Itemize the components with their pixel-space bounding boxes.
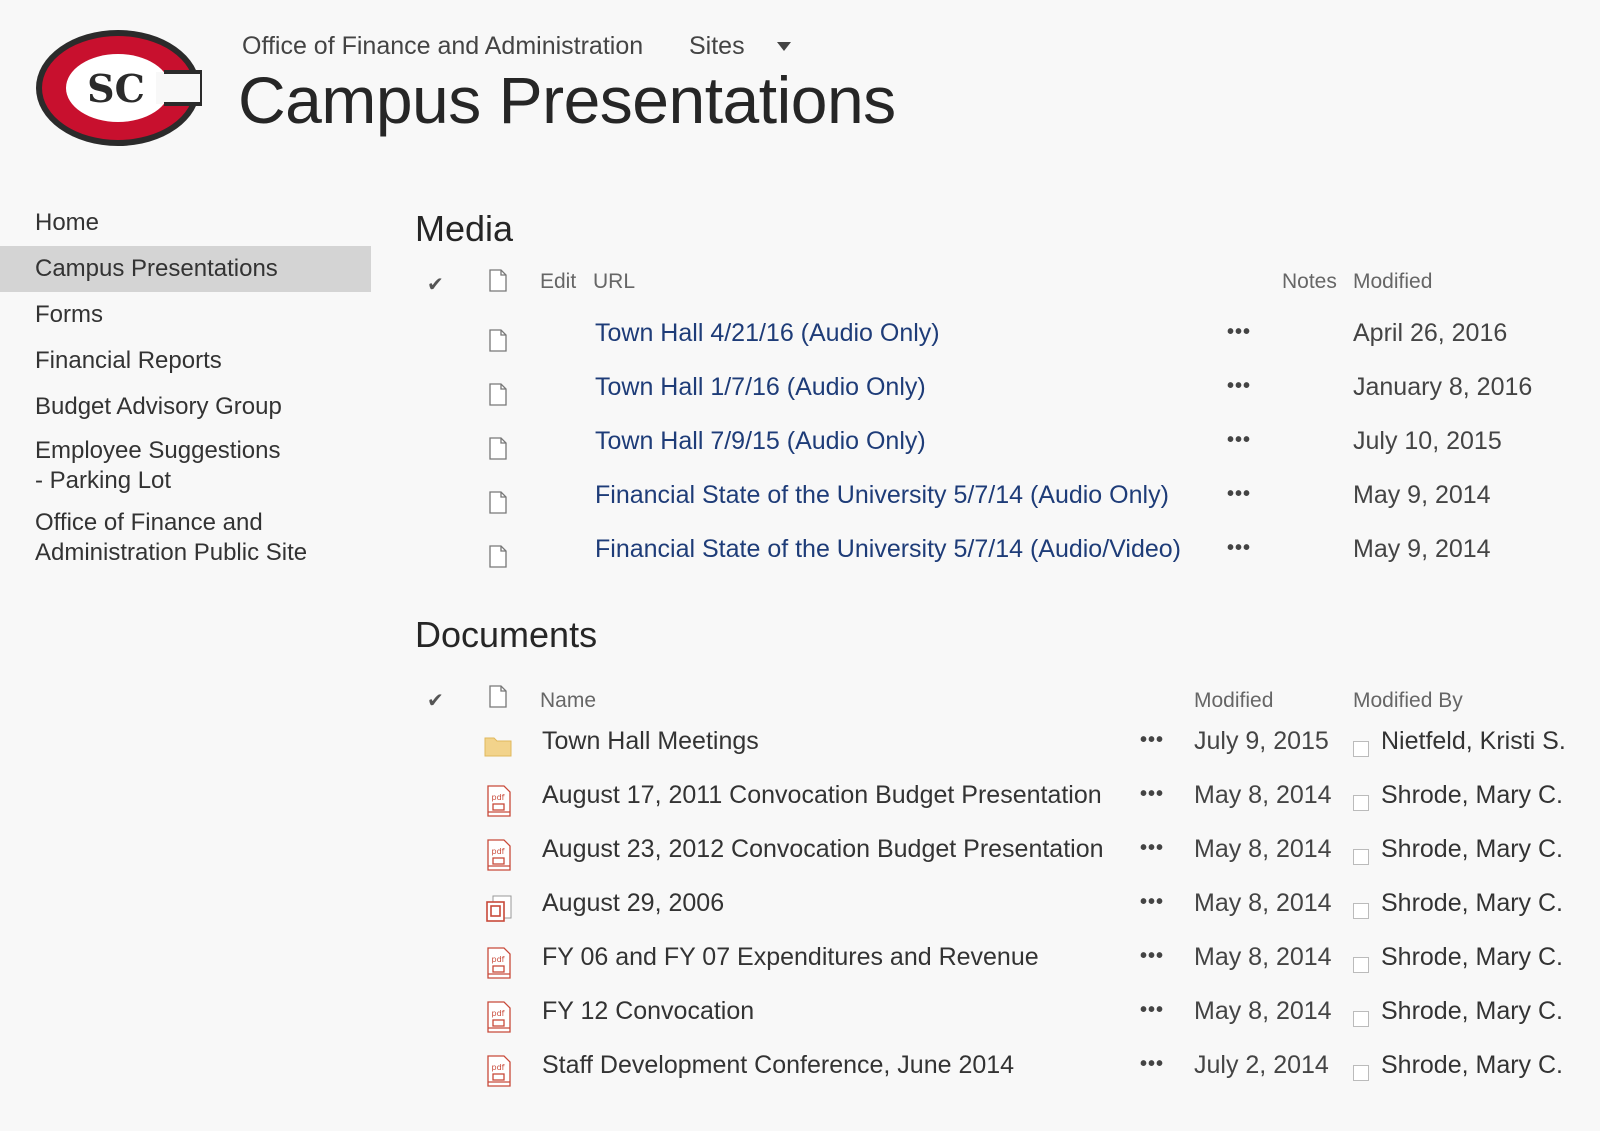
- modified-date: April 26, 2016: [1353, 319, 1508, 347]
- pdf-icon[interactable]: pdf: [484, 839, 514, 871]
- more-options-icon[interactable]: •••: [1140, 837, 1164, 860]
- page-title[interactable]: Campus Presentations: [238, 62, 896, 138]
- document-name-link[interactable]: Staff Development Conference, June 2014: [542, 1051, 1014, 1080]
- select-all-checkmark-icon[interactable]: ✔: [427, 688, 444, 713]
- modified-by-user[interactable]: Shrode, Mary C.: [1381, 1051, 1563, 1080]
- modified-date: July 9, 2015: [1194, 727, 1329, 755]
- modified-date: January 8, 2016: [1353, 373, 1533, 401]
- logo-lettering: SC: [87, 66, 145, 111]
- document-type-icon[interactable]: [489, 269, 507, 292]
- svg-text:pdf: pdf: [492, 955, 505, 964]
- more-options-icon[interactable]: •••: [1227, 537, 1251, 560]
- modified-date: May 9, 2014: [1353, 535, 1491, 563]
- document-icon[interactable]: [489, 437, 507, 460]
- modified-by-user[interactable]: Shrode, Mary C.: [1381, 781, 1563, 810]
- more-options-icon[interactable]: •••: [1227, 375, 1251, 398]
- university-logo[interactable]: SC: [34, 28, 202, 148]
- modified-date: May 8, 2014: [1194, 889, 1332, 917]
- modified-date: May 8, 2014: [1194, 943, 1332, 971]
- chevron-down-icon[interactable]: [777, 42, 791, 51]
- media-section-title[interactable]: Media: [415, 208, 513, 250]
- document-icon[interactable]: [489, 545, 507, 568]
- sidebar-item-employee-suggestions[interactable]: Employee Suggestions - Parking Lot: [0, 430, 330, 502]
- top-nav: Office of Finance and Administration Sit…: [242, 32, 791, 61]
- presence-indicator-icon[interactable]: [1353, 741, 1369, 757]
- more-options-icon[interactable]: •••: [1140, 945, 1164, 968]
- more-options-icon[interactable]: •••: [1140, 999, 1164, 1022]
- column-header-modified[interactable]: Modified: [1194, 689, 1273, 713]
- media-url-link[interactable]: Town Hall 1/7/16 (Audio Only): [595, 373, 926, 402]
- presence-indicator-icon[interactable]: [1353, 957, 1369, 973]
- powerpoint-icon[interactable]: [484, 893, 514, 925]
- column-header-modified-by[interactable]: Modified By: [1353, 689, 1463, 713]
- document-icon[interactable]: [489, 383, 507, 406]
- modified-date: May 8, 2014: [1194, 997, 1332, 1025]
- document-name-link[interactable]: August 23, 2012 Convocation Budget Prese…: [542, 835, 1104, 864]
- folder-icon[interactable]: [484, 735, 512, 757]
- more-options-icon[interactable]: •••: [1140, 729, 1164, 752]
- modified-by-user[interactable]: Shrode, Mary C.: [1381, 889, 1563, 918]
- quick-launch-nav: Home Campus Presentations Forms Financia…: [0, 200, 371, 574]
- more-options-icon[interactable]: •••: [1140, 1053, 1164, 1076]
- svg-text:pdf: pdf: [492, 1009, 505, 1018]
- more-options-icon[interactable]: •••: [1140, 783, 1164, 806]
- media-url-link[interactable]: Financial State of the University 5/7/14…: [595, 481, 1169, 510]
- modified-date: May 8, 2014: [1194, 835, 1332, 863]
- parent-site-link[interactable]: Office of Finance and Administration: [242, 32, 643, 60]
- pdf-icon[interactable]: pdf: [484, 1001, 514, 1033]
- presence-indicator-icon[interactable]: [1353, 1065, 1369, 1081]
- sidebar-item-budget-advisory-group[interactable]: Budget Advisory Group: [0, 384, 371, 430]
- document-name-link[interactable]: FY 06 and FY 07 Expenditures and Revenue: [542, 943, 1039, 972]
- more-options-icon[interactable]: •••: [1227, 321, 1251, 344]
- column-header-url[interactable]: URL: [593, 270, 635, 294]
- media-url-link[interactable]: Town Hall 7/9/15 (Audio Only): [595, 427, 926, 456]
- modified-date: May 9, 2014: [1353, 481, 1491, 509]
- sidebar-item-public-site[interactable]: Office of Finance and Administration Pub…: [0, 502, 360, 574]
- modified-by-user[interactable]: Shrode, Mary C.: [1381, 943, 1563, 972]
- column-header-edit[interactable]: Edit: [540, 270, 576, 294]
- document-name-link[interactable]: Town Hall Meetings: [542, 727, 759, 756]
- document-type-icon[interactable]: [489, 685, 507, 708]
- svg-text:pdf: pdf: [492, 793, 505, 802]
- modified-by-user[interactable]: Shrode, Mary C.: [1381, 835, 1563, 864]
- document-icon[interactable]: [489, 491, 507, 514]
- modified-date: May 8, 2014: [1194, 781, 1332, 809]
- column-header-name[interactable]: Name: [540, 689, 596, 713]
- media-url-link[interactable]: Financial State of the University 5/7/14…: [595, 535, 1181, 564]
- sidebar-item-campus-presentations[interactable]: Campus Presentations: [0, 246, 371, 292]
- presence-indicator-icon[interactable]: [1353, 795, 1369, 811]
- select-all-checkmark-icon[interactable]: ✔: [427, 272, 444, 297]
- sidebar-item-forms[interactable]: Forms: [0, 292, 371, 338]
- more-options-icon[interactable]: •••: [1140, 891, 1164, 914]
- media-url-link[interactable]: Town Hall 4/21/16 (Audio Only): [595, 319, 940, 348]
- column-header-modified[interactable]: Modified: [1353, 270, 1432, 294]
- document-name-link[interactable]: August 29, 2006: [542, 889, 724, 918]
- documents-section-title[interactable]: Documents: [415, 614, 597, 656]
- sidebar-item-home[interactable]: Home: [0, 200, 371, 246]
- svg-text:pdf: pdf: [492, 847, 505, 856]
- presence-indicator-icon[interactable]: [1353, 1011, 1369, 1027]
- document-name-link[interactable]: FY 12 Convocation: [542, 997, 754, 1026]
- pdf-icon[interactable]: pdf: [484, 785, 514, 817]
- document-name-link[interactable]: August 17, 2011 Convocation Budget Prese…: [542, 781, 1102, 810]
- presence-indicator-icon[interactable]: [1353, 903, 1369, 919]
- svg-text:pdf: pdf: [492, 1063, 505, 1072]
- pdf-icon[interactable]: pdf: [484, 947, 514, 979]
- sites-menu[interactable]: Sites: [689, 32, 745, 61]
- presence-indicator-icon[interactable]: [1353, 849, 1369, 865]
- sidebar-item-financial-reports[interactable]: Financial Reports: [0, 338, 371, 384]
- pdf-icon[interactable]: pdf: [484, 1055, 514, 1087]
- column-header-notes[interactable]: Notes: [1282, 270, 1337, 294]
- modified-date: July 10, 2015: [1353, 427, 1502, 455]
- more-options-icon[interactable]: •••: [1227, 483, 1251, 506]
- modified-by-user[interactable]: Shrode, Mary C.: [1381, 997, 1563, 1026]
- more-options-icon[interactable]: •••: [1227, 429, 1251, 452]
- modified-by-user[interactable]: Nietfeld, Kristi S.: [1381, 727, 1566, 756]
- document-icon[interactable]: [489, 329, 507, 352]
- modified-date: July 2, 2014: [1194, 1051, 1329, 1079]
